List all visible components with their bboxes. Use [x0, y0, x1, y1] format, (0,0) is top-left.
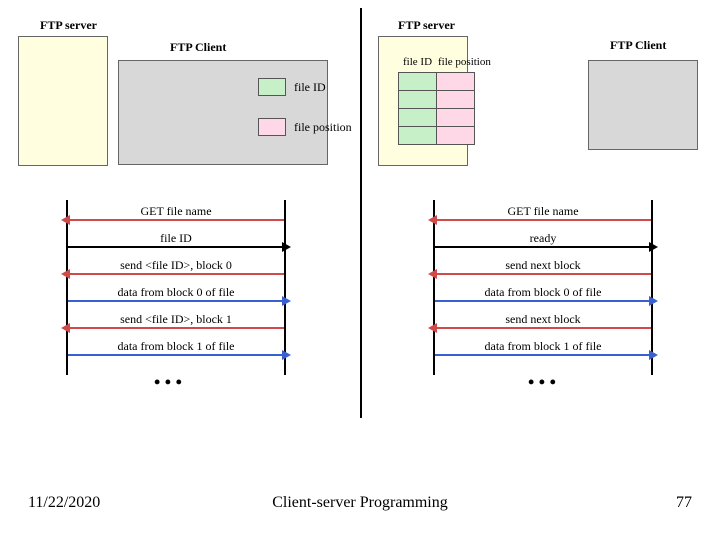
arrow-line	[435, 300, 651, 302]
left-seq-right-lifeline	[284, 200, 286, 375]
seq-message: data from block 1 of file	[68, 340, 284, 364]
right-ellipsis: • • •	[528, 372, 556, 393]
seq-message-text: GET file name	[68, 204, 284, 219]
arrow-line	[435, 219, 651, 221]
seq-message: ready	[435, 232, 651, 256]
seq-message: send <file ID>, block 1	[68, 313, 284, 337]
left-fileid-label: file ID	[294, 80, 326, 95]
seq-message-text: GET file name	[435, 204, 651, 219]
center-divider	[360, 8, 362, 418]
arrow-line	[68, 219, 284, 221]
arrow-line	[435, 327, 651, 329]
left-client-box	[118, 60, 328, 165]
arrow-line	[68, 327, 284, 329]
seq-message-text: data from block 0 of file	[435, 285, 651, 300]
arrow-line	[68, 300, 284, 302]
seq-message-text: file ID	[68, 231, 284, 246]
arrow-line	[68, 354, 284, 356]
left-fileid-box	[258, 78, 286, 96]
seq-message: data from block 1 of file	[435, 340, 651, 364]
arrow-line	[435, 273, 651, 275]
seq-message-text: send <file ID>, block 0	[68, 258, 284, 273]
right-col1-label: file ID	[403, 56, 432, 68]
right-client-box	[588, 60, 698, 150]
seq-message: send next block	[435, 259, 651, 283]
arrow-line	[435, 246, 651, 248]
left-ellipsis: • • •	[154, 372, 182, 393]
left-filepos-label: file position	[294, 120, 352, 135]
seq-message: GET file name	[435, 205, 651, 229]
seq-message: file ID	[68, 232, 284, 256]
left-client-label: FTP Client	[170, 40, 226, 55]
seq-message-text: data from block 0 of file	[68, 285, 284, 300]
arrow-line	[68, 246, 284, 248]
arrow-line	[435, 354, 651, 356]
right-client-label: FTP Client	[610, 38, 666, 53]
left-server-label: FTP server	[40, 18, 97, 33]
seq-message-text: send next block	[435, 312, 651, 327]
right-col2-label: file position	[438, 56, 491, 68]
seq-message: data from block 0 of file	[435, 286, 651, 310]
right-seq-right-lifeline	[651, 200, 653, 375]
left-server-box	[18, 36, 108, 166]
seq-message: data from block 0 of file	[68, 286, 284, 310]
seq-message-text: data from block 1 of file	[68, 339, 284, 354]
slide: FTP server FTP Client file ID file posit…	[0, 0, 720, 540]
seq-message-text: send <file ID>, block 1	[68, 312, 284, 327]
right-server-label: FTP server	[398, 18, 455, 33]
seq-message-text: ready	[435, 231, 651, 246]
seq-message: GET file name	[68, 205, 284, 229]
footer-title: Client-server Programming	[0, 494, 720, 512]
arrow-line	[68, 273, 284, 275]
right-state-table	[398, 72, 475, 145]
seq-message-text: data from block 1 of file	[435, 339, 651, 354]
seq-message: send next block	[435, 313, 651, 337]
footer-page: 77	[676, 494, 692, 512]
seq-message: send <file ID>, block 0	[68, 259, 284, 283]
left-filepos-box	[258, 118, 286, 136]
seq-message-text: send next block	[435, 258, 651, 273]
